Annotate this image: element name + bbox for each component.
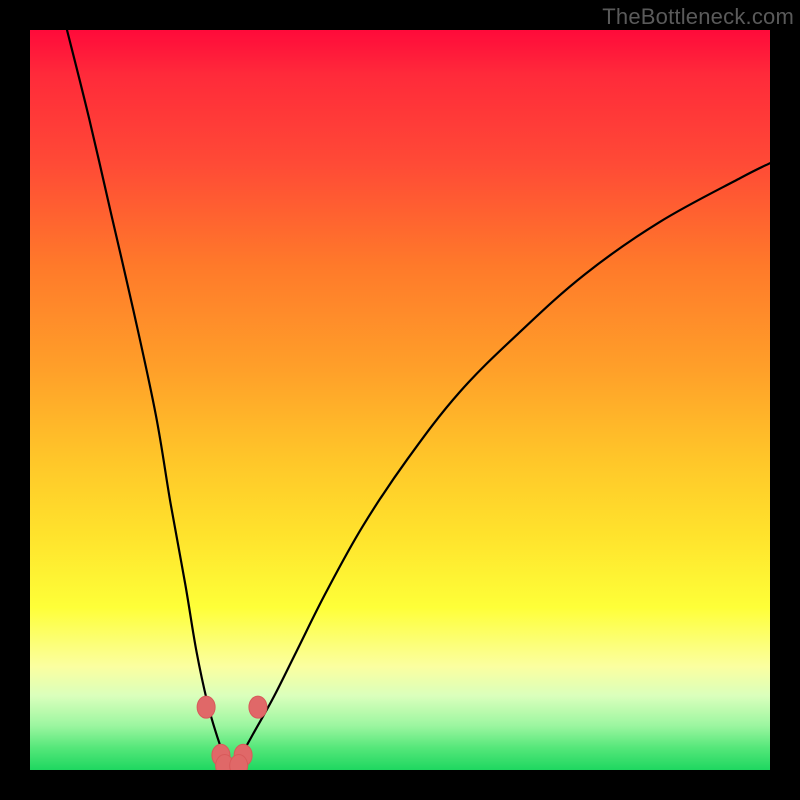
markers-group [197,696,267,770]
curve-left-branch [67,30,230,770]
plot-area [30,30,770,770]
curve-marker [197,696,215,718]
curve-marker [249,696,267,718]
chart-frame: TheBottleneck.com [0,0,800,800]
watermark-text: TheBottleneck.com [602,4,794,30]
curve-layer [30,30,770,770]
curve-right-branch [230,163,770,770]
